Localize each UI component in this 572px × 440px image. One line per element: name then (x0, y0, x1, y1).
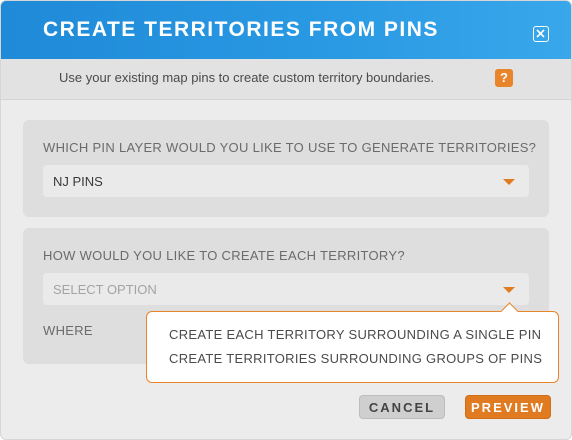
territory-method-select[interactable]: SELECT OPTION (43, 273, 529, 305)
pin-layer-selected-value: NJ PINS (53, 174, 103, 189)
pin-layer-section: WHICH PIN LAYER WOULD YOU LIKE TO USE TO… (23, 120, 549, 217)
close-icon[interactable] (533, 26, 549, 42)
dialog-title: CREATE TERRITORIES FROM PINS (43, 18, 439, 41)
territory-method-question: HOW WOULD YOU LIKE TO CREATE EACH TERRIT… (43, 248, 405, 263)
option-groups-of-pins[interactable]: CREATE TERRITORIES SURROUNDING GROUPS OF… (169, 351, 542, 366)
preview-button[interactable]: PREVIEW (465, 395, 551, 419)
dialog-header: CREATE TERRITORIES FROM PINS (1, 1, 571, 59)
pin-layer-question: WHICH PIN LAYER WOULD YOU LIKE TO USE TO… (43, 140, 537, 155)
territory-method-placeholder: SELECT OPTION (53, 282, 157, 297)
where-label: WHERE (43, 323, 93, 338)
help-icon[interactable]: ? (495, 69, 513, 87)
chevron-down-icon (503, 179, 515, 185)
dialog-description-bar: Use your existing map pins to create cus… (1, 59, 571, 100)
option-single-pin[interactable]: CREATE EACH TERRITORY SURROUNDING A SING… (169, 327, 541, 342)
create-territories-dialog: CREATE TERRITORIES FROM PINS Use your ex… (0, 0, 572, 440)
territory-method-dropdown-menu: CREATE EACH TERRITORY SURROUNDING A SING… (146, 302, 559, 383)
chevron-down-icon (503, 287, 515, 293)
dialog-description: Use your existing map pins to create cus… (59, 70, 435, 85)
pin-layer-select[interactable]: NJ PINS (43, 165, 529, 197)
cancel-button[interactable]: CANCEL (359, 395, 445, 419)
